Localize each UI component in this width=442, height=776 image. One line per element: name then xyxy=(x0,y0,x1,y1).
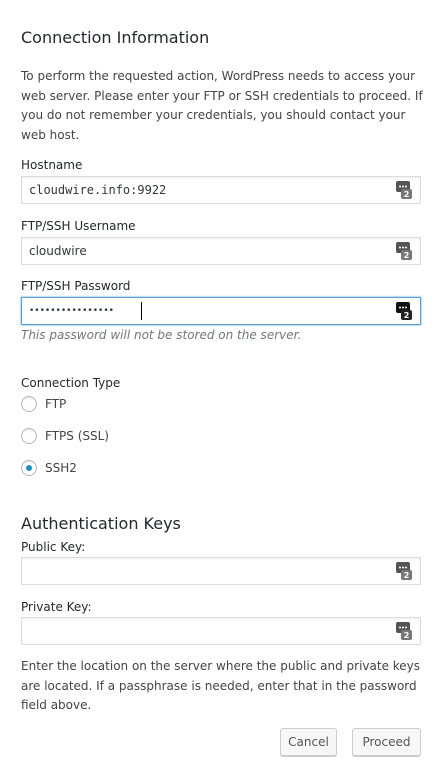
password-hint: This password will not be stored on the … xyxy=(21,328,302,342)
keepass-icon[interactable]: 2 xyxy=(396,622,412,640)
text-caret xyxy=(141,302,142,320)
hostname-value: cloudwire.info:9922 xyxy=(29,183,167,197)
intro-text: To perform the requested action, WordPre… xyxy=(21,69,423,142)
radio-label: FTPS (SSL) xyxy=(45,429,109,443)
connection-type-label: Connection Type xyxy=(21,376,121,390)
radio-button[interactable] xyxy=(21,396,37,412)
authentication-keys-title: Authentication Keys xyxy=(21,514,181,533)
cancel-button[interactable]: Cancel xyxy=(280,728,337,756)
hostname-input[interactable]: cloudwire.info:9922 2 xyxy=(21,176,421,204)
radio-button[interactable] xyxy=(21,428,37,444)
svg-text:2: 2 xyxy=(404,631,410,640)
svg-text:2: 2 xyxy=(404,190,410,199)
radio-option-ssh2[interactable]: SSH2 xyxy=(21,459,77,477)
password-label: FTP/SSH Password xyxy=(21,279,131,293)
private-key-label: Private Key: xyxy=(21,600,92,614)
username-label: FTP/SSH Username xyxy=(21,219,136,233)
hostname-label: Hostname xyxy=(21,158,83,172)
keepass-icon[interactable]: 2 xyxy=(396,181,412,199)
keys-note: Enter the location on the server where t… xyxy=(21,659,421,712)
password-value: •••••••••••••••• xyxy=(29,306,114,316)
svg-text:2: 2 xyxy=(404,251,410,260)
radio-option-ftp[interactable]: FTP xyxy=(21,395,66,413)
radio-option-ftps[interactable]: FTPS (SSL) xyxy=(21,427,109,445)
public-key-label: Public Key: xyxy=(21,540,86,554)
password-input[interactable]: •••••••••••••••• 2 xyxy=(21,297,421,325)
svg-text:2: 2 xyxy=(404,571,410,580)
keepass-icon[interactable]: 2 xyxy=(396,562,412,580)
radio-label: SSH2 xyxy=(45,461,77,475)
keepass-icon[interactable]: 2 xyxy=(396,242,412,260)
keepass-icon[interactable]: 2 xyxy=(396,302,412,320)
radio-label: FTP xyxy=(45,397,67,411)
radio-button[interactable] xyxy=(21,460,37,476)
connection-information-title: Connection Information xyxy=(21,28,210,47)
username-value: cloudwire xyxy=(29,244,87,258)
svg-text:2: 2 xyxy=(404,311,410,320)
proceed-button[interactable]: Proceed xyxy=(352,728,421,756)
private-key-input[interactable]: 2 xyxy=(21,617,421,645)
public-key-input[interactable]: 2 xyxy=(21,557,421,585)
username-input[interactable]: cloudwire 2 xyxy=(21,237,421,265)
